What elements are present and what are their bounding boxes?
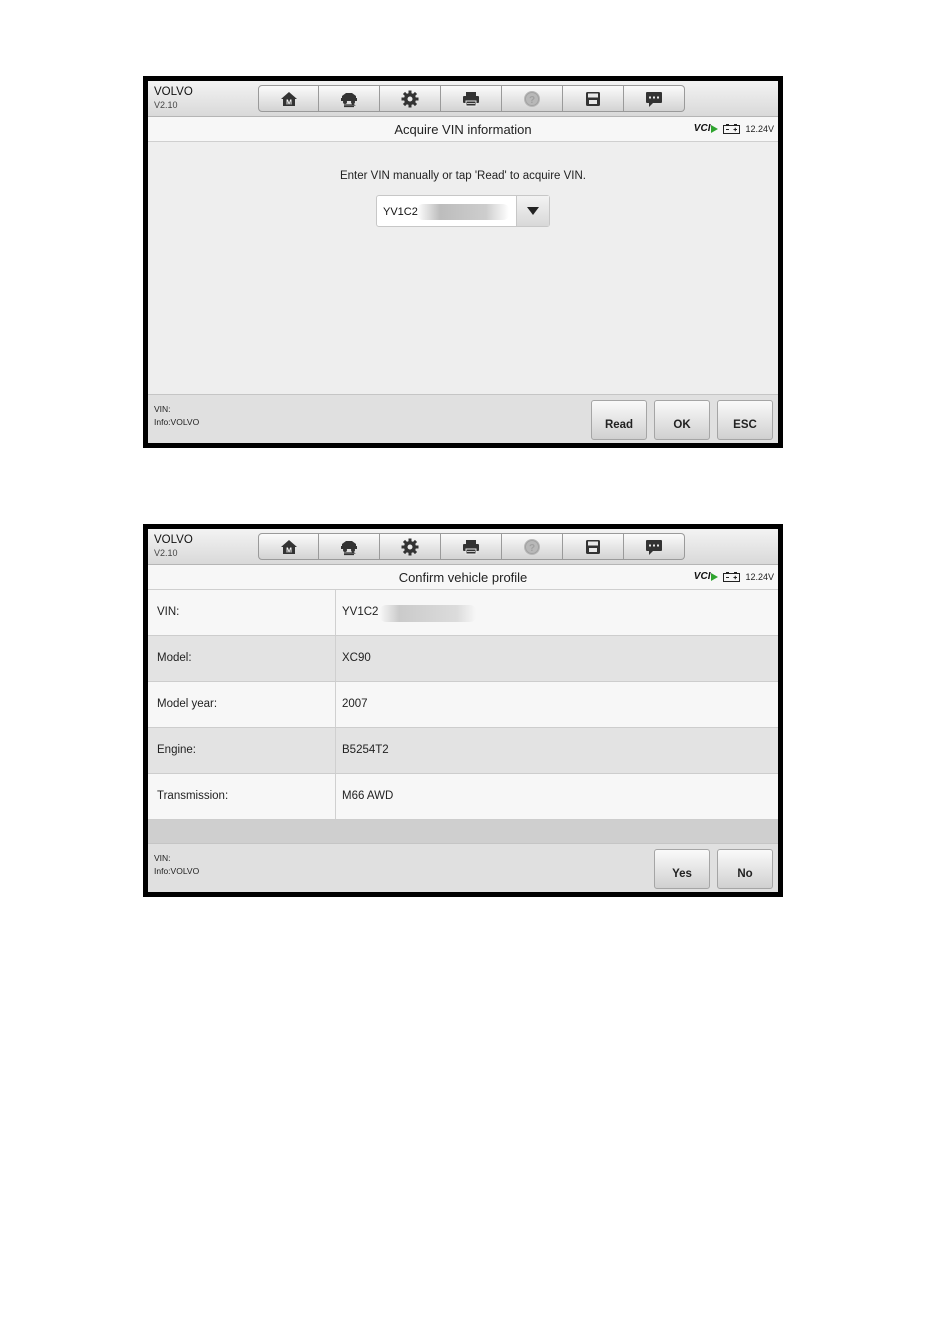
vehicle-info: VIN: Info:VOLVO (154, 852, 199, 878)
table-row: Transmission: M66 AWD (148, 774, 778, 820)
help-button[interactable] (502, 533, 563, 560)
vin-redaction (380, 605, 476, 622)
toolbar-buttons (258, 533, 685, 560)
brand-block: VOLVO V2.10 (154, 86, 193, 110)
row-label: Model year: (157, 698, 218, 710)
vin-dropdown-button[interactable] (516, 196, 549, 226)
save-icon (583, 537, 603, 557)
esc-button[interactable]: ESC (717, 400, 773, 440)
info-vin: VIN: (154, 404, 171, 414)
vin-instruction: Enter VIN manually or tap 'Read' to acqu… (339, 170, 586, 182)
save-button[interactable] (563, 85, 624, 112)
printer-icon (461, 89, 481, 109)
status-indicators: VCI 12.24V (694, 571, 774, 582)
vin-input-value: YV1C2 (383, 206, 418, 218)
vehicle-info: VIN: Info:VOLVO (154, 403, 199, 429)
home-m-icon (279, 89, 299, 109)
save-button[interactable] (563, 533, 624, 560)
help-icon (522, 537, 542, 557)
top-toolbar: VOLVO V2.10 (148, 529, 778, 565)
row-label: Engine: (157, 744, 197, 756)
top-toolbar: VOLVO V2.10 (148, 81, 778, 117)
row-label: Transmission: (157, 790, 229, 802)
vin-redaction (417, 204, 509, 220)
help-button[interactable] (502, 85, 563, 112)
battery-icon (723, 572, 740, 582)
info-text: Info:VOLVO (154, 866, 200, 876)
table-row: Model year: 2007 (148, 682, 778, 728)
voltage-readout: 12.24V (745, 571, 774, 582)
home-m-icon (279, 537, 299, 557)
settings-button[interactable] (380, 85, 441, 112)
print-button[interactable] (441, 85, 502, 112)
vehicle-profile-table: VIN: YV1C2 Model: XC90 Model year: 2007 … (148, 590, 778, 820)
screen-confirm-profile: VOLVO V2.10 Confirm vehicle profile VCI … (143, 524, 783, 897)
print-button[interactable] (441, 533, 502, 560)
table-row: VIN: YV1C2 (148, 590, 778, 636)
home-button[interactable] (258, 85, 319, 112)
bottom-bar: VIN: Info:VOLVO Read OK ESC (148, 394, 778, 443)
title-bar: Acquire VIN information VCI 12.24V (148, 117, 778, 142)
row-label: Model: (157, 652, 192, 664)
message-icon (644, 89, 664, 109)
page-title: Acquire VIN information (394, 122, 532, 137)
row-value: B5254T2 (342, 744, 389, 756)
row-value: 2007 (342, 698, 368, 710)
row-value: YV1C2 (342, 606, 379, 618)
voltage-readout: 12.24V (745, 123, 774, 134)
help-icon (522, 89, 542, 109)
table-row: Engine: B5254T2 (148, 728, 778, 774)
read-button[interactable]: Read (591, 400, 647, 440)
save-icon (583, 89, 603, 109)
screen-acquire-vin: VOLVO V2.10 Acquire VIN information VCI … (143, 76, 783, 448)
app-window: VOLVO V2.10 Acquire VIN information VCI … (148, 81, 778, 443)
chevron-down-icon (527, 207, 539, 215)
table-footer-spacer (148, 820, 778, 844)
info-text: Info:VOLVO (154, 417, 200, 427)
status-indicators: VCI 12.24V (694, 123, 774, 134)
bottom-bar: VIN: Info:VOLVO Yes No (148, 843, 778, 892)
home-button[interactable] (258, 533, 319, 560)
vehicle-swap-icon (339, 89, 359, 109)
vin-input[interactable]: YV1C2 (376, 195, 550, 227)
gear-icon (400, 537, 420, 557)
gear-icon (400, 89, 420, 109)
settings-button[interactable] (380, 533, 441, 560)
brand-name: VOLVO (154, 86, 193, 98)
toolbar-buttons (258, 85, 685, 112)
message-button[interactable] (624, 85, 685, 112)
row-label: VIN: (157, 606, 180, 618)
vehicle-swap-icon (339, 537, 359, 557)
ok-button[interactable]: OK (654, 400, 710, 440)
software-version: V2.10 (154, 99, 178, 110)
vci-connection-icon: VCI (694, 123, 719, 134)
message-icon (644, 537, 664, 557)
brand-name: VOLVO (154, 534, 193, 546)
table-row: Model: XC90 (148, 636, 778, 682)
vci-connection-icon: VCI (694, 571, 719, 582)
page-title: Confirm vehicle profile (398, 570, 528, 585)
message-button[interactable] (624, 533, 685, 560)
printer-icon (461, 537, 481, 557)
software-version: V2.10 (154, 547, 178, 558)
yes-button[interactable]: Yes (654, 849, 710, 889)
row-value: M66 AWD (342, 790, 394, 802)
vehicle-swap-button[interactable] (319, 85, 380, 112)
brand-block: VOLVO V2.10 (154, 534, 193, 558)
vehicle-swap-button[interactable] (319, 533, 380, 560)
info-vin: VIN: (154, 853, 171, 863)
row-value: XC90 (342, 652, 371, 664)
app-window: VOLVO V2.10 Confirm vehicle profile VCI … (148, 529, 778, 892)
title-bar: Confirm vehicle profile VCI 12.24V (148, 565, 778, 590)
battery-icon (723, 124, 740, 134)
no-button[interactable]: No (717, 849, 773, 889)
